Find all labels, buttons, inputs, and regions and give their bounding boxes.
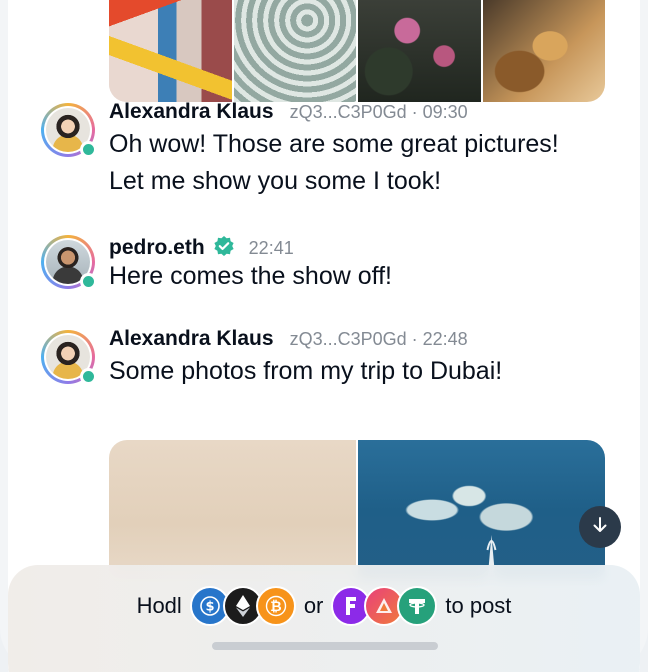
photo-gallery[interactable] (109, 440, 605, 580)
online-indicator (80, 141, 97, 158)
scroll-down-button[interactable] (579, 506, 621, 548)
message-time: 22:48 (422, 329, 468, 349)
message-text: Some photos from my trip to Dubai! (109, 353, 502, 390)
gallery-image[interactable] (358, 0, 481, 102)
message-text: Here comes the show off! (109, 258, 392, 295)
gallery-image[interactable] (482, 0, 605, 102)
message-line: Let me show you some I took! (109, 167, 442, 195)
message-line: Some photos from my trip to Dubai! (109, 357, 503, 385)
chat-screen: Alexandra Klaus zQ3...C3P0Gd · 09:30 Oh … (8, 0, 640, 672)
token-gate-requirement: Hodl $ ₿ or to post (8, 583, 640, 629)
online-indicator (80, 368, 97, 385)
bitcoin-icon: ₿ (255, 586, 296, 626)
gallery-image[interactable] (109, 440, 356, 580)
home-indicator[interactable] (212, 642, 438, 650)
svg-text:$: $ (205, 600, 214, 615)
message-time: 22:41 (248, 238, 294, 258)
token-gate-composer[interactable]: Hodl $ ₿ or to post (8, 565, 640, 672)
hodl-label: Hodl (136, 593, 182, 618)
avatar[interactable] (41, 235, 97, 290)
or-label: or (303, 593, 324, 618)
verified-badge-icon (213, 235, 235, 257)
message-line: Here comes the show off! (109, 262, 393, 290)
gallery-image[interactable] (233, 0, 356, 102)
author-name[interactable]: pedro.eth (109, 236, 205, 260)
to-post-label: to post (445, 593, 512, 618)
message-text: Oh wow! Those are some great pictures! L… (109, 126, 559, 200)
author-address: zQ3...C3P0Gd (289, 102, 407, 122)
message-time: 09:30 (422, 102, 468, 122)
author-address: zQ3...C3P0Gd (289, 329, 407, 349)
svg-text:₿: ₿ (270, 599, 281, 615)
author-name[interactable]: Alexandra Klaus (109, 327, 274, 351)
separator: · (411, 329, 418, 349)
token-group (331, 586, 438, 626)
previous-image-gallery[interactable] (109, 0, 605, 102)
gallery-image[interactable] (358, 440, 605, 580)
gallery-image[interactable] (109, 0, 232, 102)
author-name[interactable]: Alexandra Klaus (109, 100, 274, 124)
online-indicator (80, 273, 97, 290)
tether-icon (397, 586, 438, 626)
token-group: $ ₿ (189, 586, 296, 626)
avatar[interactable] (41, 330, 97, 385)
arrow-down-icon (591, 516, 609, 539)
avatar[interactable] (41, 103, 97, 158)
separator: · (411, 102, 418, 122)
message-line: Oh wow! Those are some great pictures! (109, 130, 559, 158)
